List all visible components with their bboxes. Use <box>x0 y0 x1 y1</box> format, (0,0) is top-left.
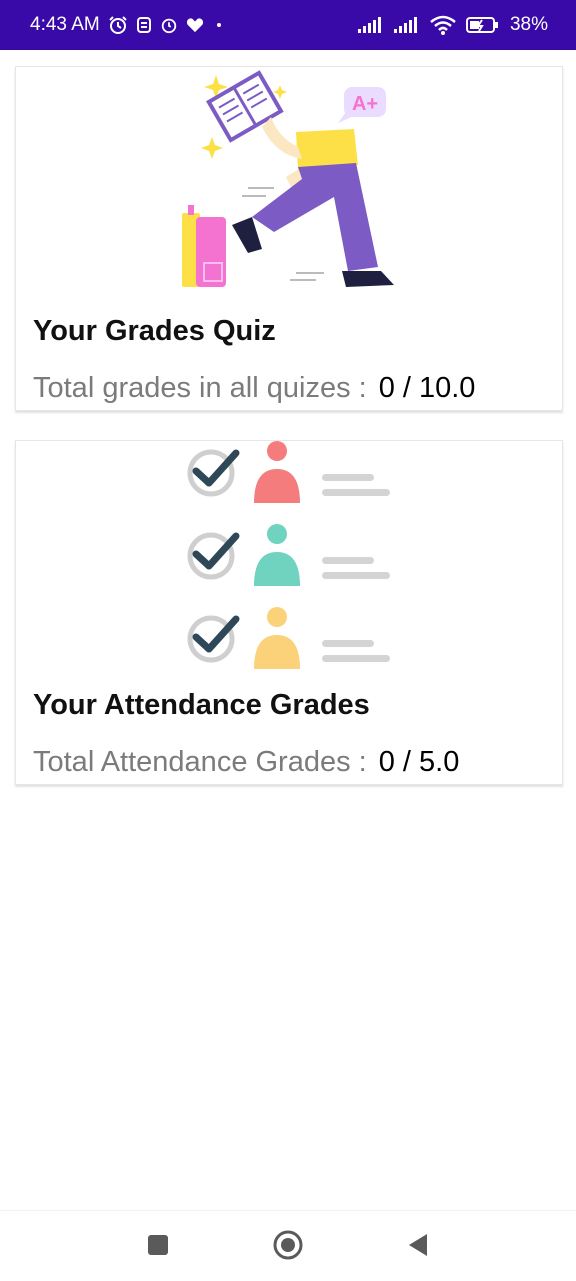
signal-icon <box>393 16 420 34</box>
wifi-icon <box>430 15 456 35</box>
alarm-icon <box>108 15 128 35</box>
status-right: 38% <box>357 0 548 50</box>
person-icon <box>254 635 300 669</box>
status-bar: 4:43 AM 38% <box>0 0 576 50</box>
grade-badge: A+ <box>352 93 378 115</box>
person-icon <box>254 469 300 503</box>
attendance-total-label: Total Attendance Grades : <box>33 746 367 778</box>
circle-icon <box>273 1230 303 1260</box>
attendance-row <box>187 524 390 586</box>
quiz-total-row: Total grades in all quizes : 0 / 10.0 <box>33 372 475 405</box>
back-button[interactable] <box>398 1225 438 1265</box>
notification-icon <box>136 15 152 35</box>
home-button[interactable] <box>268 1225 308 1265</box>
attendance-row <box>187 607 390 669</box>
person-icon <box>254 552 300 586</box>
grades-quiz-card[interactable]: A+ Your Grades Quiz Total grades in all … <box>15 66 563 411</box>
heart-icon <box>186 17 204 33</box>
quiz-total-label: Total grades in all quizes : <box>33 372 367 404</box>
dot-icon <box>212 18 226 32</box>
battery-charging-icon <box>465 16 500 34</box>
attendance-card-title: Your Attendance Grades <box>33 689 370 721</box>
student-studying-illustration: A+ <box>182 70 394 287</box>
quiz-card-title: Your Grades Quiz <box>33 315 276 347</box>
sparkle-icon <box>201 137 223 159</box>
status-left: 4:43 AM <box>30 0 226 50</box>
attendance-total-value: 0 / 5.0 <box>378 746 460 778</box>
navigation-bar <box>0 1210 576 1281</box>
attendance-row <box>187 441 390 503</box>
attendance-card[interactable]: Your Attendance Grades Total Attendance … <box>15 440 563 785</box>
signal-icon <box>357 16 384 34</box>
attendance-checklist-illustration <box>187 441 390 669</box>
quiz-total-value: 0 / 10.0 <box>378 372 476 404</box>
triangle-back-icon <box>409 1234 427 1256</box>
attendance-total-row: Total Attendance Grades : 0 / 5.0 <box>33 746 459 779</box>
battery-percentage: 38% <box>509 14 548 35</box>
status-time: 4:43 AM <box>30 14 100 35</box>
square-icon <box>148 1235 168 1255</box>
recents-button[interactable] <box>138 1225 178 1265</box>
alarm-clock-icon <box>160 16 178 34</box>
